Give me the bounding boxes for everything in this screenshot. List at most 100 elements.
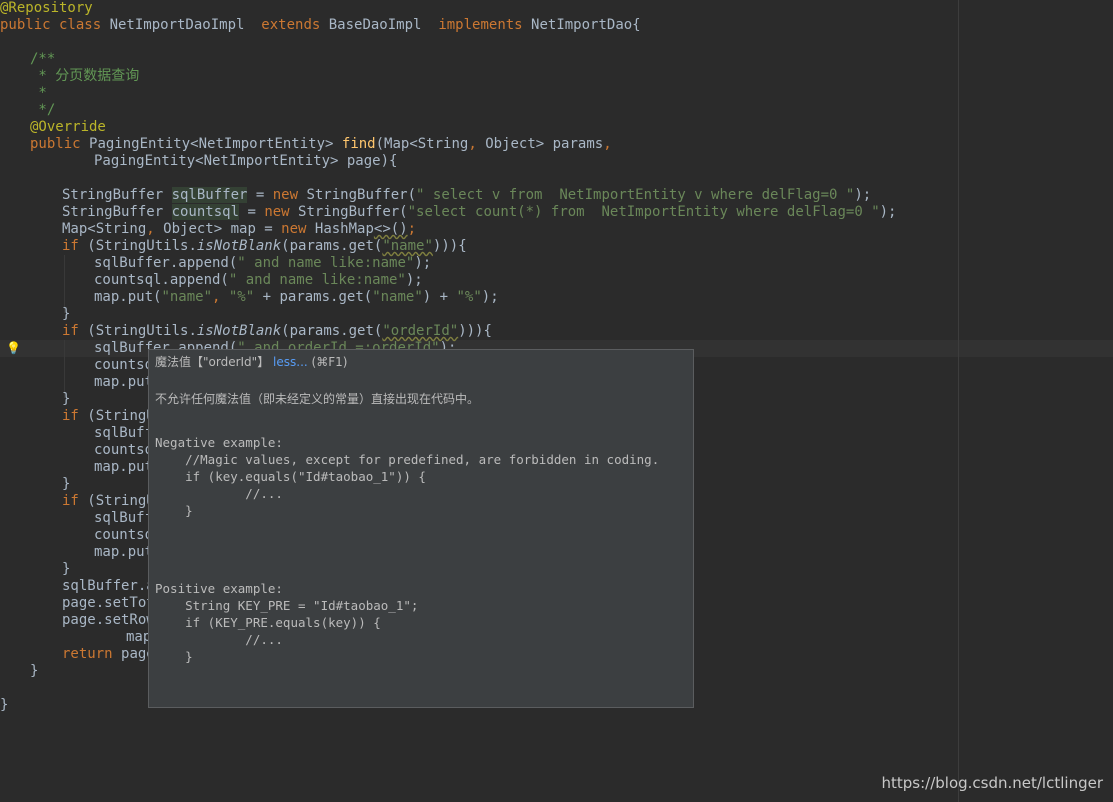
code-token: public <box>30 136 90 152</box>
code-token: "select count(*) from NetImportEntity wh… <box>407 204 880 220</box>
code-line: if (StringU <box>62 493 155 510</box>
code-token: NetImportDao{ <box>531 17 641 33</box>
code-token: (StringU <box>87 493 155 509</box>
code-line: } <box>62 476 71 492</box>
code-token: if <box>62 238 88 254</box>
code-line: StringBuffer sqlBuffer = new StringBuffe… <box>62 187 871 204</box>
code-token: ); <box>854 187 872 203</box>
doc-comment-line: */ <box>30 102 56 118</box>
negative-example: Negative example: //Magic values, except… <box>155 435 660 518</box>
code-token: isNotBlank <box>196 238 282 254</box>
code-line: countsq <box>94 527 154 543</box>
code-token: " and name like:name" <box>237 255 415 271</box>
code-token: new <box>272 187 307 203</box>
doc-comment-line: * 分页数据查询 <box>30 68 140 84</box>
code-line: @Repository <box>0 0 93 17</box>
code-line: if (StringUtils.isNotBlank(params.get("o… <box>62 323 492 340</box>
code-token: if <box>62 493 88 509</box>
doc-comment-line: * <box>30 85 47 101</box>
code-token: + params.get( <box>254 289 373 305</box>
code-token: (StringU <box>87 408 155 424</box>
code-token: (params.get( <box>281 238 383 254</box>
code-token: new <box>281 221 315 237</box>
code-line: countsql.append(" and name like:name"); <box>94 272 423 289</box>
code-line: if (StringU <box>62 408 155 425</box>
code-token: @Repository <box>0 0 93 16</box>
code-token: " select v from NetImportEntity v where … <box>416 187 855 203</box>
code-token: find <box>341 136 376 152</box>
watermark: https://blog.csdn.net/lctlinger <box>881 774 1103 792</box>
code-token: (params.get( <box>281 323 383 339</box>
code-token: new <box>264 204 299 220</box>
code-token: "orderId" <box>382 323 459 339</box>
code-token: , <box>212 289 229 305</box>
code-token: = <box>239 204 265 220</box>
code-token: "name" <box>382 238 433 254</box>
less-link[interactable]: less... <box>273 355 308 369</box>
override-annotation: @Override <box>30 119 106 135</box>
code-line: StringBuffer countsql = new StringBuffer… <box>62 204 896 221</box>
code-token: NetImportDaoImpl <box>109 17 262 33</box>
code-token: StringBuffer( <box>306 187 417 203</box>
code-line: sqlBuffer.append(" and name like:name"); <box>94 255 431 272</box>
positive-example: Positive example: String KEY_PRE = "Id#t… <box>155 581 419 664</box>
code-line: } <box>62 391 71 407</box>
code-token: "%" <box>228 289 255 305</box>
code-line: map.put <box>94 459 154 475</box>
method-signature: PagingEntity<NetImportEntity> page){ <box>94 153 398 169</box>
shortcut-hint: (⌘F1) <box>311 355 348 369</box>
code-token: " and name like:name" <box>228 272 406 288</box>
code-token: PagingEntity<NetImportEntity> <box>89 136 342 152</box>
code-line: } <box>62 306 71 322</box>
code-token: ) + <box>422 289 457 305</box>
code-token: ); <box>879 204 897 220</box>
code-token: StringBuffer <box>62 204 172 220</box>
code-line: countsq <box>94 442 154 458</box>
code-token: "name" <box>372 289 423 305</box>
code-token: = <box>247 187 273 203</box>
code-line: page.setRow <box>62 612 155 628</box>
code-token: sqlBuffer <box>171 187 248 203</box>
code-token: implements <box>438 17 532 33</box>
code-token: StringBuffer <box>62 187 172 203</box>
code-line: } <box>62 561 71 577</box>
code-line: } <box>30 663 39 679</box>
code-token: map.put( <box>94 289 162 305</box>
code-token: ; <box>407 221 417 237</box>
code-token: Map<String <box>62 221 147 237</box>
code-token: (StringUtils. <box>87 238 197 254</box>
code-token: ); <box>481 289 499 305</box>
lightbulb-icon[interactable]: 💡 <box>6 340 21 357</box>
code-token: ))){ <box>432 238 467 254</box>
right-margin-guide <box>958 0 959 802</box>
code-line: Map<String, Object> map = new HashMap<>(… <box>62 221 416 238</box>
tooltip-title-text: 魔法值【"orderId"】 <box>155 355 270 369</box>
code-line: if (StringUtils.isNotBlank(params.get("n… <box>62 238 467 255</box>
doc-comment-line: /** <box>30 51 56 67</box>
code-line: sqlBuff <box>94 425 154 441</box>
inspection-tooltip[interactable]: 魔法值【"orderId"】 less... (⌘F1) 不允许任何魔法值（即未… <box>148 349 694 708</box>
code-line: return page <box>62 646 155 663</box>
code-line: } <box>0 697 9 713</box>
code-token: Object> map = <box>163 221 282 237</box>
code-token: Object> params <box>485 136 604 152</box>
code-token: (Map<String <box>375 136 469 152</box>
code-token: countsql.append( <box>94 272 229 288</box>
code-token: sqlBuffer.append( <box>94 255 238 271</box>
code-token: extends <box>261 17 329 33</box>
code-token: countsql <box>171 204 240 220</box>
code-line: sqlBuffer.a <box>62 578 155 594</box>
code-token: ); <box>405 272 423 288</box>
code-line: page.setTot <box>62 595 155 611</box>
code-line: public class NetImportDaoImpl extends Ba… <box>0 17 641 34</box>
indent-guide <box>64 340 65 398</box>
code-token: ); <box>414 255 432 271</box>
code-line: sqlBuff <box>94 510 154 526</box>
code-token: "%" <box>456 289 482 305</box>
code-token: , <box>468 136 486 152</box>
code-token: "name" <box>161 289 213 305</box>
code-token: HashMap <box>314 221 374 237</box>
method-signature: public PagingEntity<NetImportEntity> fin… <box>30 136 612 153</box>
code-token: StringBuffer( <box>298 204 408 220</box>
code-token: <>() <box>373 221 408 237</box>
